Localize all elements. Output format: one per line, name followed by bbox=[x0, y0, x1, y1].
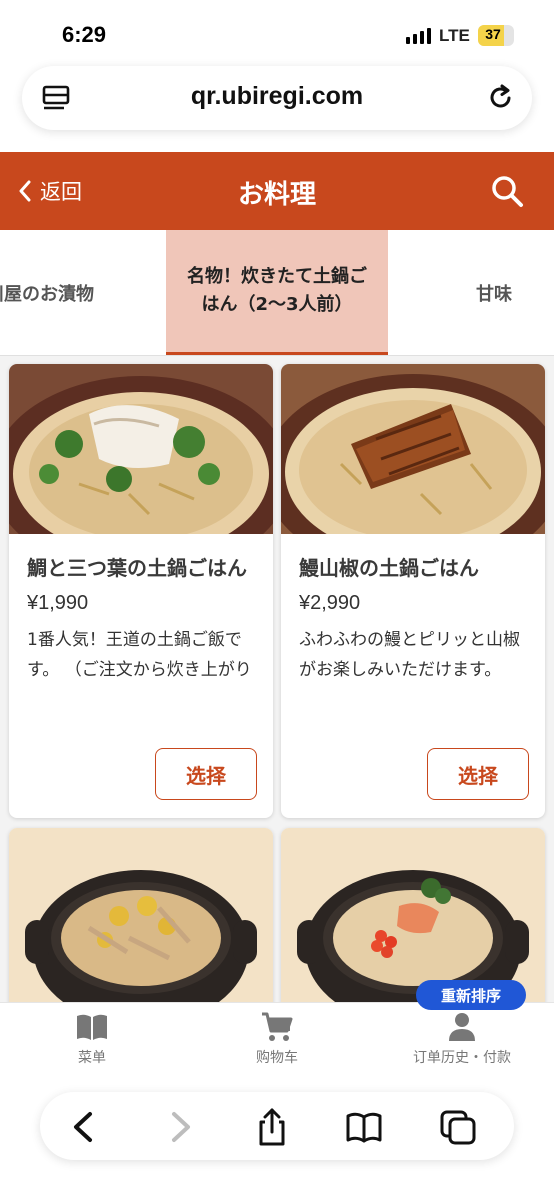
cart-icon bbox=[262, 1012, 293, 1041]
nav-cart-label: 购物车 bbox=[256, 1050, 298, 1066]
item-price: ¥1,990 bbox=[27, 592, 89, 614]
battery-level: 37 bbox=[485, 26, 501, 42]
battery-icon: 37 bbox=[478, 25, 514, 46]
bookmarks-icon[interactable] bbox=[344, 1108, 384, 1146]
nav-cart[interactable]: 购物车 bbox=[185, 1011, 369, 1067]
browser-controls bbox=[40, 1092, 514, 1160]
item-description: ふわふわの鰻とピリッと山椒がお楽しみいただけます。 （ご注文から炊… bbox=[299, 630, 520, 680]
status-time: 6:29 bbox=[62, 22, 107, 47]
menu-grid: 鯛と三つ葉の土鍋ごはん ¥1,990 1番人気！王道の土鍋ご飯です。 （ご注文か… bbox=[0, 356, 554, 1002]
item-price: ¥2,990 bbox=[299, 592, 361, 614]
category-tabs: 川屋のお漬物 名物！炊きたて土鍋ごはん（2〜3人前） 甘味 bbox=[0, 230, 554, 356]
tab-sweets[interactable]: 甘味 bbox=[430, 230, 554, 355]
menu-card[interactable]: 鰻山椒の土鍋ごはん ¥2,990 ふわふわの鰻とピリッと山椒がお楽しみいただけま… bbox=[281, 364, 545, 818]
search-icon[interactable] bbox=[490, 174, 524, 208]
app-header: 返回 お料理 bbox=[0, 152, 554, 230]
select-button[interactable]: 选择 bbox=[155, 748, 257, 800]
person-icon bbox=[449, 1013, 475, 1041]
tab-donabe-rice[interactable]: 名物！炊きたて土鍋ごはん（2〜3人前） bbox=[166, 230, 388, 355]
network-label: LTE bbox=[439, 26, 470, 45]
page-title: お料理 bbox=[237, 180, 316, 210]
item-description: 1番人気！王道の土鍋ご飯です。 （ご注文から炊き上がりまで、30〜4… bbox=[27, 630, 252, 680]
address-bar[interactable]: qr.ubiregi.com bbox=[22, 66, 532, 130]
reorder-button[interactable]: 重新排序 bbox=[416, 980, 526, 1010]
forward-icon[interactable] bbox=[160, 1108, 200, 1146]
nav-menu-label: 菜单 bbox=[78, 1050, 106, 1066]
select-button[interactable]: 选择 bbox=[427, 748, 529, 800]
browser-toolbar bbox=[0, 1078, 554, 1200]
status-bar: 6:29 LTE 37 bbox=[0, 0, 554, 70]
back-icon[interactable] bbox=[64, 1108, 104, 1146]
nav-menu[interactable]: 菜单 bbox=[0, 1011, 184, 1067]
bottom-nav: 菜单 购物车 订单历史・付款 bbox=[0, 1002, 554, 1078]
url-text[interactable]: qr.ubiregi.com bbox=[22, 82, 532, 111]
tai-rice-photo bbox=[9, 364, 273, 534]
item-name: 鯛と三つ葉の土鍋ごはん bbox=[27, 556, 247, 580]
book-icon bbox=[77, 1014, 107, 1040]
nav-order-history-label: 订单历史・付款 bbox=[413, 1050, 511, 1066]
menu-card[interactable] bbox=[281, 828, 545, 1002]
reload-icon[interactable] bbox=[486, 82, 516, 112]
salmon-ikura-rice-photo bbox=[281, 828, 545, 1002]
chestnut-rice-photo bbox=[9, 828, 273, 1002]
menu-card[interactable] bbox=[9, 828, 273, 1002]
unagi-rice-photo bbox=[281, 364, 545, 534]
nav-order-history[interactable]: 订单历史・付款 bbox=[370, 1011, 554, 1067]
menu-card[interactable]: 鯛と三つ葉の土鍋ごはん ¥1,990 1番人気！王道の土鍋ご飯です。 （ご注文か… bbox=[9, 364, 273, 818]
tabs-icon[interactable] bbox=[438, 1108, 478, 1146]
share-icon[interactable] bbox=[252, 1108, 292, 1146]
signal-icon bbox=[406, 28, 431, 44]
item-name: 鰻山椒の土鍋ごはん bbox=[299, 556, 479, 580]
tab-pickles[interactable]: 川屋のお漬物 bbox=[0, 230, 136, 355]
